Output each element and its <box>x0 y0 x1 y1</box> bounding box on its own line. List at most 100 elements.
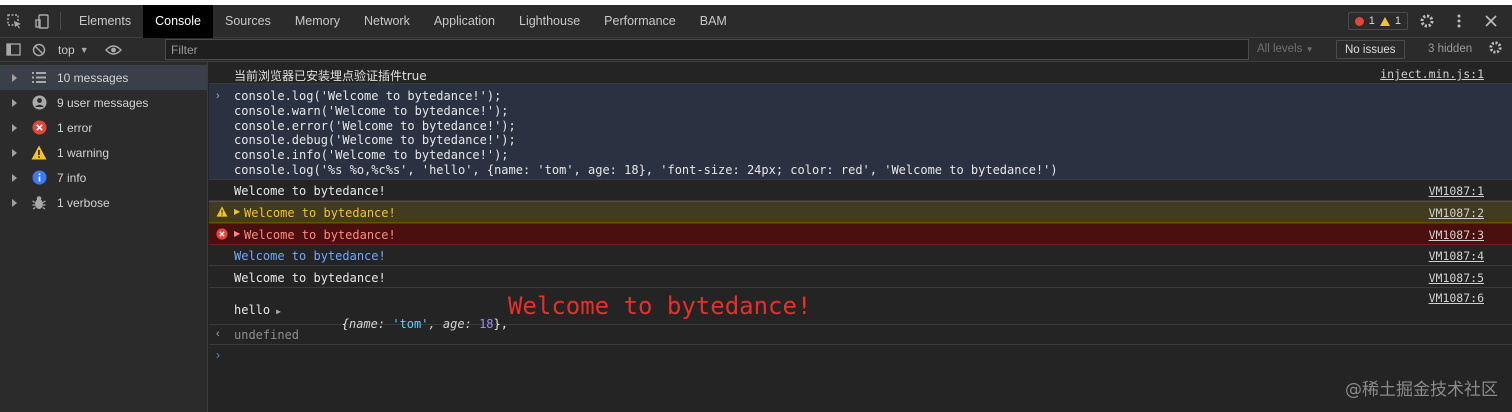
sidebar-item-info[interactable]: 7 info <box>0 165 207 190</box>
context-selector[interactable]: top ▼ <box>52 43 97 57</box>
device-toolbar-icon[interactable] <box>28 5 56 38</box>
sidebar-item-label: 1 error <box>57 120 93 135</box>
user-icon <box>31 95 47 111</box>
styled-red-text: Welcome to bytedance! <box>507 292 812 320</box>
error-count: 1 <box>1368 15 1375 27</box>
clear-console-icon[interactable] <box>26 38 52 62</box>
expand-caret-icon[interactable] <box>12 198 17 207</box>
list-icon <box>31 70 47 86</box>
error-message-text: Welcome to bytedance! <box>244 228 396 242</box>
close-devtools-icon[interactable] <box>1478 8 1504 34</box>
expand-object-triangle-icon[interactable]: ▶ <box>276 307 281 316</box>
error-count-icon <box>1354 16 1364 26</box>
console-result-row: ‹ undefined <box>209 325 1512 345</box>
chevron-down-icon: ▼ <box>79 44 89 55</box>
inspect-element-icon[interactable] <box>0 5 28 38</box>
error-icon <box>31 120 47 136</box>
message-source-link[interactable]: VM1087:4 <box>1429 249 1484 263</box>
sidebar-item-label: 10 messages <box>57 70 129 85</box>
sidebar-item-label: 7 info <box>57 170 87 185</box>
console-prompt-input[interactable]: › <box>209 345 1512 412</box>
sidebar-item-user-messages[interactable]: 9 user messages <box>0 90 207 115</box>
message-source-link[interactable]: VM1087:3 <box>1429 228 1484 242</box>
message-source-link[interactable]: VM1087:2 <box>1429 206 1484 220</box>
warning-message-text: Welcome to bytedance! <box>244 206 396 220</box>
settings-gear-icon[interactable] <box>1414 8 1440 34</box>
expand-caret-icon[interactable] <box>12 73 17 82</box>
live-expression-eye-icon[interactable] <box>101 38 127 62</box>
info-message-text: Welcome to bytedance! <box>234 271 386 285</box>
tab-application[interactable]: Application <box>422 5 507 38</box>
warning-icon <box>31 145 47 161</box>
expand-triangle-icon[interactable]: ▶ <box>234 229 240 238</box>
sidebar-item-warnings[interactable]: 1 warning <box>0 140 207 165</box>
input-line: console.error('Welcome to bytedance!'); <box>234 118 516 133</box>
more-options-icon[interactable] <box>1446 8 1472 34</box>
tab-bam[interactable]: BAM <box>688 5 739 38</box>
sidebar-item-label: 1 warning <box>57 145 110 160</box>
expand-caret-icon[interactable] <box>12 148 17 157</box>
input-code-block[interactable]: console.log('Welcome to bytedance!'); co… <box>234 89 1058 178</box>
issue-counter-button[interactable]: 1 1 <box>1347 12 1408 30</box>
tab-lighthouse[interactable]: Lighthouse <box>507 5 592 38</box>
prompt-chevron-icon: › <box>216 348 220 362</box>
message-source-link[interactable]: VM1087:5 <box>1429 271 1484 285</box>
log-levels-label: All levels <box>1257 43 1303 55</box>
console-info-row: Welcome to bytedance! VM1087:5 <box>209 266 1512 288</box>
message-source-link[interactable]: inject.min.js:1 <box>1380 67 1484 81</box>
result-value: undefined <box>234 328 300 342</box>
devtools-tab-bar: Elements Console Sources Memory Network … <box>0 0 1512 38</box>
console-log-row: Welcome to bytedance! VM1087:1 <box>209 180 1512 201</box>
levels-chevron-down-icon: ▼ <box>1305 45 1314 54</box>
warning-icon <box>216 206 228 220</box>
console-error-row: ▶ Welcome to bytedance! VM1087:3 <box>209 223 1512 245</box>
console-formatted-row: hello ▶ {name: 'tom', age: 18}, Welcome … <box>209 288 1512 331</box>
sidebar-item-verbose[interactable]: 1 verbose <box>0 190 207 215</box>
message-source-link[interactable]: VM1087:6 <box>1429 291 1484 305</box>
sidebar-item-label: 9 user messages <box>57 95 149 110</box>
console-filter-bar: top ▼ All levels ▼ No issues 3 hidden <box>0 38 1512 62</box>
console-settings-gear-icon[interactable] <box>1488 40 1503 59</box>
sidebar-item-errors[interactable]: 1 error <box>0 115 207 140</box>
message-source-link[interactable]: VM1087:1 <box>1429 184 1484 198</box>
sidebar-toggle-icon[interactable] <box>0 38 26 62</box>
expand-triangle-icon[interactable]: ▶ <box>234 207 240 216</box>
warning-count: 1 <box>1394 15 1401 27</box>
sidebar-item-messages[interactable]: 10 messages <box>0 65 207 90</box>
format-string-value: hello <box>234 303 271 317</box>
warning-count-icon <box>1379 16 1390 26</box>
console-sidebar: 10 messages 9 user messages 1 error 1 wa… <box>0 62 208 412</box>
tab-elements[interactable]: Elements <box>67 5 143 38</box>
console-messages: 当前浏览器已安装埋点验证插件true inject.min.js:1 › con… <box>209 62 1512 412</box>
tab-performance[interactable]: Performance <box>592 5 688 38</box>
expand-caret-icon[interactable] <box>12 173 17 182</box>
input-prompt-chevron-icon: › <box>216 90 220 102</box>
message-text: 当前浏览器已安装埋点验证插件true <box>234 69 427 83</box>
error-icon <box>216 228 228 243</box>
hidden-messages-count: 3 hidden <box>1428 43 1473 55</box>
input-line: console.info('Welcome to bytedance!'); <box>234 148 509 163</box>
bug-icon <box>31 195 47 211</box>
tab-console[interactable]: Console <box>143 4 213 38</box>
tab-memory[interactable]: Memory <box>283 5 352 38</box>
result-arrow-icon: ‹ <box>216 328 220 340</box>
issues-button[interactable]: No issues <box>1336 40 1405 59</box>
console-input-echo: › console.log('Welcome to bytedance!'); … <box>209 84 1512 180</box>
watermark-text: @稀土掘金技术社区 <box>1345 380 1498 400</box>
context-label: top <box>58 42 75 57</box>
input-line: console.warn('Welcome to bytedance!'); <box>234 103 509 118</box>
console-debug-row: Welcome to bytedance! VM1087:4 <box>209 245 1512 266</box>
console-message-row: 当前浏览器已安装埋点验证插件true inject.min.js:1 <box>209 62 1512 84</box>
input-line: console.log('%s %o,%c%s', 'hello', {name… <box>234 162 1058 177</box>
debug-message-text: Welcome to bytedance! <box>234 249 386 263</box>
input-line: console.log('Welcome to bytedance!'); <box>234 89 502 103</box>
tab-network[interactable]: Network <box>352 5 422 38</box>
filter-input[interactable] <box>165 39 1249 60</box>
toolbar-divider <box>60 12 61 30</box>
expand-caret-icon[interactable] <box>12 98 17 107</box>
console-warning-row: ▶ Welcome to bytedance! VM1087:2 <box>209 201 1512 223</box>
input-line: console.debug('Welcome to bytedance!'); <box>234 133 516 148</box>
tab-sources[interactable]: Sources <box>213 5 283 38</box>
expand-caret-icon[interactable] <box>12 123 17 132</box>
log-levels-dropdown[interactable]: All levels ▼ <box>1257 43 1314 55</box>
